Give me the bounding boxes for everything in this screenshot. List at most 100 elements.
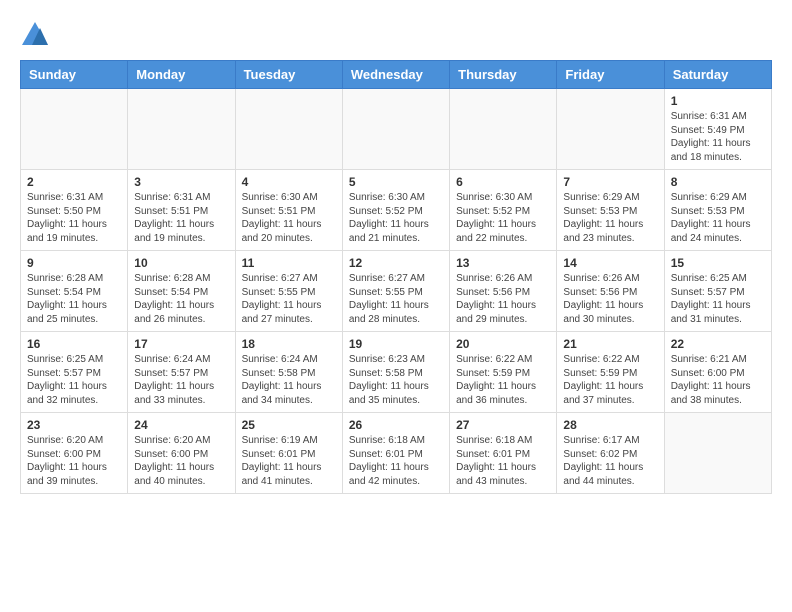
day-number: 13 xyxy=(456,256,550,270)
calendar-day: 21 Sunrise: 6:22 AM Sunset: 5:59 PM Dayli… xyxy=(557,332,664,413)
day-of-week-sunday: Sunday xyxy=(21,61,128,89)
calendar-day: 2 Sunrise: 6:31 AM Sunset: 5:50 PM Daylig… xyxy=(21,170,128,251)
calendar-day: 5 Sunrise: 6:30 AM Sunset: 5:52 PM Daylig… xyxy=(342,170,449,251)
day-number: 1 xyxy=(671,94,765,108)
day-number: 14 xyxy=(563,256,657,270)
day-number: 20 xyxy=(456,337,550,351)
day-of-week-monday: Monday xyxy=(128,61,235,89)
day-number: 24 xyxy=(134,418,228,432)
calendar-day: 8 Sunrise: 6:29 AM Sunset: 5:53 PM Daylig… xyxy=(664,170,771,251)
day-info: Sunrise: 6:31 AM Sunset: 5:51 PM Dayligh… xyxy=(134,191,228,245)
day-info: Sunrise: 6:27 AM Sunset: 5:55 PM Dayligh… xyxy=(349,272,443,326)
calendar-day: 25 Sunrise: 6:19 AM Sunset: 6:01 PM Dayli… xyxy=(235,413,342,494)
day-info: Sunrise: 6:26 AM Sunset: 5:56 PM Dayligh… xyxy=(563,272,657,326)
day-number: 11 xyxy=(242,256,336,270)
day-info: Sunrise: 6:25 AM Sunset: 5:57 PM Dayligh… xyxy=(27,353,121,407)
day-number: 21 xyxy=(563,337,657,351)
day-info: Sunrise: 6:23 AM Sunset: 5:58 PM Dayligh… xyxy=(349,353,443,407)
day-info: Sunrise: 6:29 AM Sunset: 5:53 PM Dayligh… xyxy=(671,191,765,245)
day-info: Sunrise: 6:30 AM Sunset: 5:52 PM Dayligh… xyxy=(349,191,443,245)
calendar-day: 27 Sunrise: 6:18 AM Sunset: 6:01 PM Dayli… xyxy=(450,413,557,494)
day-number: 12 xyxy=(349,256,443,270)
day-info: Sunrise: 6:28 AM Sunset: 5:54 PM Dayligh… xyxy=(134,272,228,326)
day-of-week-thursday: Thursday xyxy=(450,61,557,89)
calendar-day: 26 Sunrise: 6:18 AM Sunset: 6:01 PM Dayli… xyxy=(342,413,449,494)
day-number: 6 xyxy=(456,175,550,189)
calendar-day: 7Sunrise: 6:29 AM Sunset: 5:53 PM Daylig… xyxy=(557,170,664,251)
day-info: Sunrise: 6:18 AM Sunset: 6:01 PM Dayligh… xyxy=(456,434,550,488)
day-number: 27 xyxy=(456,418,550,432)
calendar-day: 9 Sunrise: 6:28 AM Sunset: 5:54 PM Daylig… xyxy=(21,251,128,332)
calendar-day: 6 Sunrise: 6:30 AM Sunset: 5:52 PM Daylig… xyxy=(450,170,557,251)
calendar-day: 23Sunrise: 6:20 AM Sunset: 6:00 PM Dayli… xyxy=(21,413,128,494)
day-info: Sunrise: 6:20 AM Sunset: 6:00 PM Dayligh… xyxy=(27,434,121,488)
day-info: Sunrise: 6:21 AM Sunset: 6:00 PM Dayligh… xyxy=(671,353,765,407)
day-number: 3 xyxy=(134,175,228,189)
calendar-day: 14 Sunrise: 6:26 AM Sunset: 5:56 PM Dayli… xyxy=(557,251,664,332)
day-number: 18 xyxy=(242,337,336,351)
day-number: 5 xyxy=(349,175,443,189)
calendar-day: 19 Sunrise: 6:23 AM Sunset: 5:58 PM Dayli… xyxy=(342,332,449,413)
calendar-day xyxy=(450,89,557,170)
calendar-day: 24 Sunrise: 6:20 AM Sunset: 6:00 PM Dayli… xyxy=(128,413,235,494)
day-of-week-tuesday: Tuesday xyxy=(235,61,342,89)
calendar-day xyxy=(128,89,235,170)
day-info: Sunrise: 6:30 AM Sunset: 5:51 PM Dayligh… xyxy=(242,191,336,245)
calendar-day: 3 Sunrise: 6:31 AM Sunset: 5:51 PM Daylig… xyxy=(128,170,235,251)
page-header xyxy=(20,20,772,50)
calendar-day: 13 Sunrise: 6:26 AM Sunset: 5:56 PM Dayli… xyxy=(450,251,557,332)
calendar-day xyxy=(664,413,771,494)
day-info: Sunrise: 6:22 AM Sunset: 5:59 PM Dayligh… xyxy=(563,353,657,407)
calendar-week-3: 9 Sunrise: 6:28 AM Sunset: 5:54 PM Daylig… xyxy=(21,251,772,332)
calendar-header-row: SundayMondayTuesdayWednesdayThursdayFrid… xyxy=(21,61,772,89)
day-info: Sunrise: 6:22 AM Sunset: 5:59 PM Dayligh… xyxy=(456,353,550,407)
day-info: Sunrise: 6:31 AM Sunset: 5:49 PM Dayligh… xyxy=(671,110,765,164)
calendar-day: 28 Sunrise: 6:17 AM Sunset: 6:02 PM Dayli… xyxy=(557,413,664,494)
calendar-week-5: 23Sunrise: 6:20 AM Sunset: 6:00 PM Dayli… xyxy=(21,413,772,494)
day-of-week-friday: Friday xyxy=(557,61,664,89)
day-number: 2 xyxy=(27,175,121,189)
day-info: Sunrise: 6:20 AM Sunset: 6:00 PM Dayligh… xyxy=(134,434,228,488)
day-info: Sunrise: 6:24 AM Sunset: 5:58 PM Dayligh… xyxy=(242,353,336,407)
calendar-week-2: 2 Sunrise: 6:31 AM Sunset: 5:50 PM Daylig… xyxy=(21,170,772,251)
day-info: Sunrise: 6:24 AM Sunset: 5:57 PM Dayligh… xyxy=(134,353,228,407)
calendar-day: 4 Sunrise: 6:30 AM Sunset: 5:51 PM Daylig… xyxy=(235,170,342,251)
day-number: 26 xyxy=(349,418,443,432)
calendar-day xyxy=(557,89,664,170)
calendar-day: 18 Sunrise: 6:24 AM Sunset: 5:58 PM Dayli… xyxy=(235,332,342,413)
calendar-day: 20 Sunrise: 6:22 AM Sunset: 5:59 PM Dayli… xyxy=(450,332,557,413)
calendar-day xyxy=(21,89,128,170)
day-number: 19 xyxy=(349,337,443,351)
day-number: 4 xyxy=(242,175,336,189)
calendar-day xyxy=(342,89,449,170)
day-info: Sunrise: 6:27 AM Sunset: 5:55 PM Dayligh… xyxy=(242,272,336,326)
calendar-table: SundayMondayTuesdayWednesdayThursdayFrid… xyxy=(20,60,772,494)
day-number: 25 xyxy=(242,418,336,432)
calendar-day: 1 Sunrise: 6:31 AM Sunset: 5:49 PM Daylig… xyxy=(664,89,771,170)
day-info: Sunrise: 6:30 AM Sunset: 5:52 PM Dayligh… xyxy=(456,191,550,245)
day-number: 10 xyxy=(134,256,228,270)
calendar-week-4: 16 Sunrise: 6:25 AM Sunset: 5:57 PM Dayli… xyxy=(21,332,772,413)
calendar-week-1: 1 Sunrise: 6:31 AM Sunset: 5:49 PM Daylig… xyxy=(21,89,772,170)
logo xyxy=(20,20,54,50)
calendar-day: 11 Sunrise: 6:27 AM Sunset: 5:55 PM Dayli… xyxy=(235,251,342,332)
day-info: Sunrise: 6:26 AM Sunset: 5:56 PM Dayligh… xyxy=(456,272,550,326)
day-info: Sunrise: 6:28 AM Sunset: 5:54 PM Dayligh… xyxy=(27,272,121,326)
day-of-week-wednesday: Wednesday xyxy=(342,61,449,89)
day-info: Sunrise: 6:19 AM Sunset: 6:01 PM Dayligh… xyxy=(242,434,336,488)
day-number: 17 xyxy=(134,337,228,351)
calendar-day: 22 Sunrise: 6:21 AM Sunset: 6:00 PM Dayli… xyxy=(664,332,771,413)
day-info: Sunrise: 6:18 AM Sunset: 6:01 PM Dayligh… xyxy=(349,434,443,488)
day-number: 22 xyxy=(671,337,765,351)
day-number: 9 xyxy=(27,256,121,270)
day-info: Sunrise: 6:31 AM Sunset: 5:50 PM Dayligh… xyxy=(27,191,121,245)
day-number: 8 xyxy=(671,175,765,189)
day-number: 28 xyxy=(563,418,657,432)
calendar-day: 17 Sunrise: 6:24 AM Sunset: 5:57 PM Dayli… xyxy=(128,332,235,413)
calendar-day xyxy=(235,89,342,170)
calendar-day: 16 Sunrise: 6:25 AM Sunset: 5:57 PM Dayli… xyxy=(21,332,128,413)
day-info: Sunrise: 6:17 AM Sunset: 6:02 PM Dayligh… xyxy=(563,434,657,488)
day-info: Sunrise: 6:29 AM Sunset: 5:53 PM Dayligh… xyxy=(563,191,657,245)
day-number: 16 xyxy=(27,337,121,351)
calendar-day: 15Sunrise: 6:25 AM Sunset: 5:57 PM Dayli… xyxy=(664,251,771,332)
